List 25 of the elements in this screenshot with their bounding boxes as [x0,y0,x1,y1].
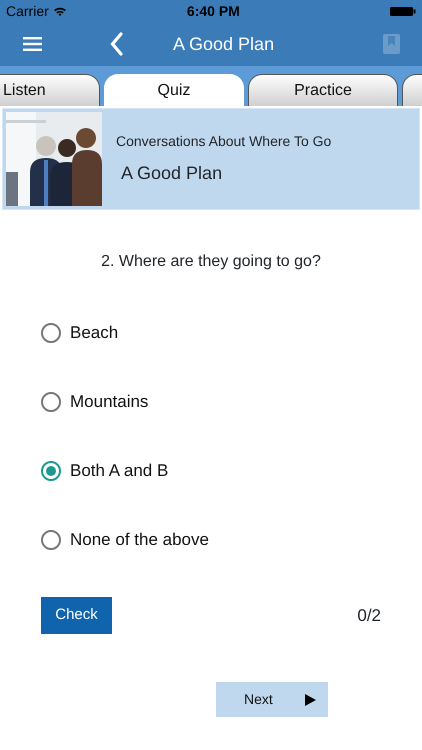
lesson-title: A Good Plan [121,162,224,185]
tab[interactable]: Listen [0,74,100,106]
option-label[interactable]: None of the above [70,527,209,553]
tab[interactable]: Quiz [104,74,244,106]
question-text: 2. Where are they going to go? [101,253,321,270]
lesson-category: Conversations About Where To Go [116,132,332,151]
option-label[interactable]: Both A and B [70,458,168,484]
nav-title: A Good Plan [173,32,274,56]
radio-button[interactable] [41,392,61,412]
score-text: 0/2 [357,604,381,627]
radio-button[interactable] [41,323,61,343]
play-icon [305,694,316,706]
option-label[interactable]: Beach [70,320,118,346]
option-label[interactable]: Mountains [70,389,148,415]
menu-icon[interactable] [23,37,42,51]
check-button[interactable]: Check [41,597,112,634]
back-icon[interactable] [110,32,123,56]
radio-button[interactable] [41,530,61,550]
clock-time: 6:40 PM [186,2,240,18]
carrier-label: Carrier [6,2,49,20]
wifi-icon [52,6,67,16]
battery-icon [390,6,416,16]
tab[interactable]: Practice [248,74,398,106]
next-button[interactable]: Next [216,682,328,717]
radio-button[interactable] [41,461,61,481]
